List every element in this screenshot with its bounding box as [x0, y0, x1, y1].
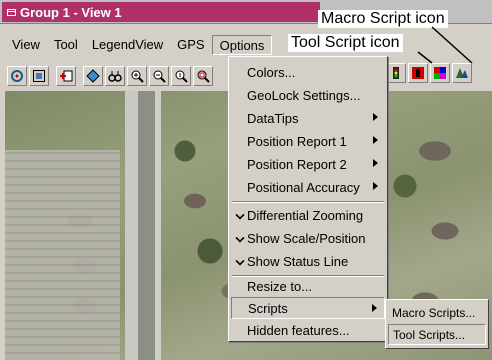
menu-item-label: DataTips [247, 110, 299, 126]
menu-item-differential-zooming[interactable]: Differential Zooming [231, 204, 385, 226]
menu-item-resize-to[interactable]: Resize to... [231, 275, 385, 297]
menu-item-datatips[interactable]: DataTips [231, 107, 385, 129]
map-parking-lot [5, 150, 120, 360]
submenu-item-tool-scripts[interactable]: Tool Scripts... [388, 324, 486, 345]
menu-item-geolock-settings[interactable]: GeoLock Settings... [231, 84, 385, 106]
submenu-arrow-icon [373, 136, 378, 144]
options-menu: Colors... GeoLock Settings... DataTips P… [228, 56, 388, 342]
menu-item-label: Colors... [247, 64, 296, 80]
menu-item-label: Resize to... [247, 278, 313, 294]
menu-item-label: Scripts [248, 300, 288, 316]
menu-item-label: Hidden features... [247, 322, 350, 338]
submenu-item-label: Macro Scripts... [392, 305, 476, 320]
submenu-arrow-icon [373, 182, 378, 190]
menu-item-label: Show Scale/Position [247, 230, 366, 246]
scripts-submenu: Macro Scripts... Tool Scripts... [385, 299, 489, 349]
submenu-arrow-icon [372, 304, 377, 312]
menu-item-show-status-line[interactable]: Show Status Line [231, 250, 385, 272]
menu-item-label: Show Status Line [247, 253, 349, 269]
menu-item-label: Position Report 1 [247, 133, 347, 149]
menu-item-scripts[interactable]: Scripts [231, 297, 385, 319]
menu-item-colors[interactable]: Colors... [231, 61, 385, 83]
checkmark-icon [235, 233, 245, 243]
menu-item-show-scale-position[interactable]: Show Scale/Position [231, 227, 385, 249]
checkmark-icon [235, 256, 245, 266]
checkmark-icon [235, 210, 245, 220]
menu-item-label: GeoLock Settings... [247, 87, 361, 103]
menu-item-positional-accuracy[interactable]: Positional Accuracy [231, 176, 385, 198]
menu-item-position-report-1[interactable]: Position Report 1 [231, 130, 385, 152]
menu-item-label: Position Report 2 [247, 156, 347, 172]
submenu-item-label: Tool Scripts... [393, 327, 466, 342]
menu-item-label: Differential Zooming [247, 207, 364, 223]
submenu-arrow-icon [373, 113, 378, 121]
menu-separator [232, 201, 384, 203]
menu-item-hidden-features[interactable]: Hidden features... [231, 319, 385, 341]
submenu-item-macro-scripts[interactable]: Macro Scripts... [388, 302, 486, 323]
submenu-arrow-icon [373, 159, 378, 167]
menu-item-label: Positional Accuracy [247, 179, 360, 195]
menu-item-position-report-2[interactable]: Position Report 2 [231, 153, 385, 175]
